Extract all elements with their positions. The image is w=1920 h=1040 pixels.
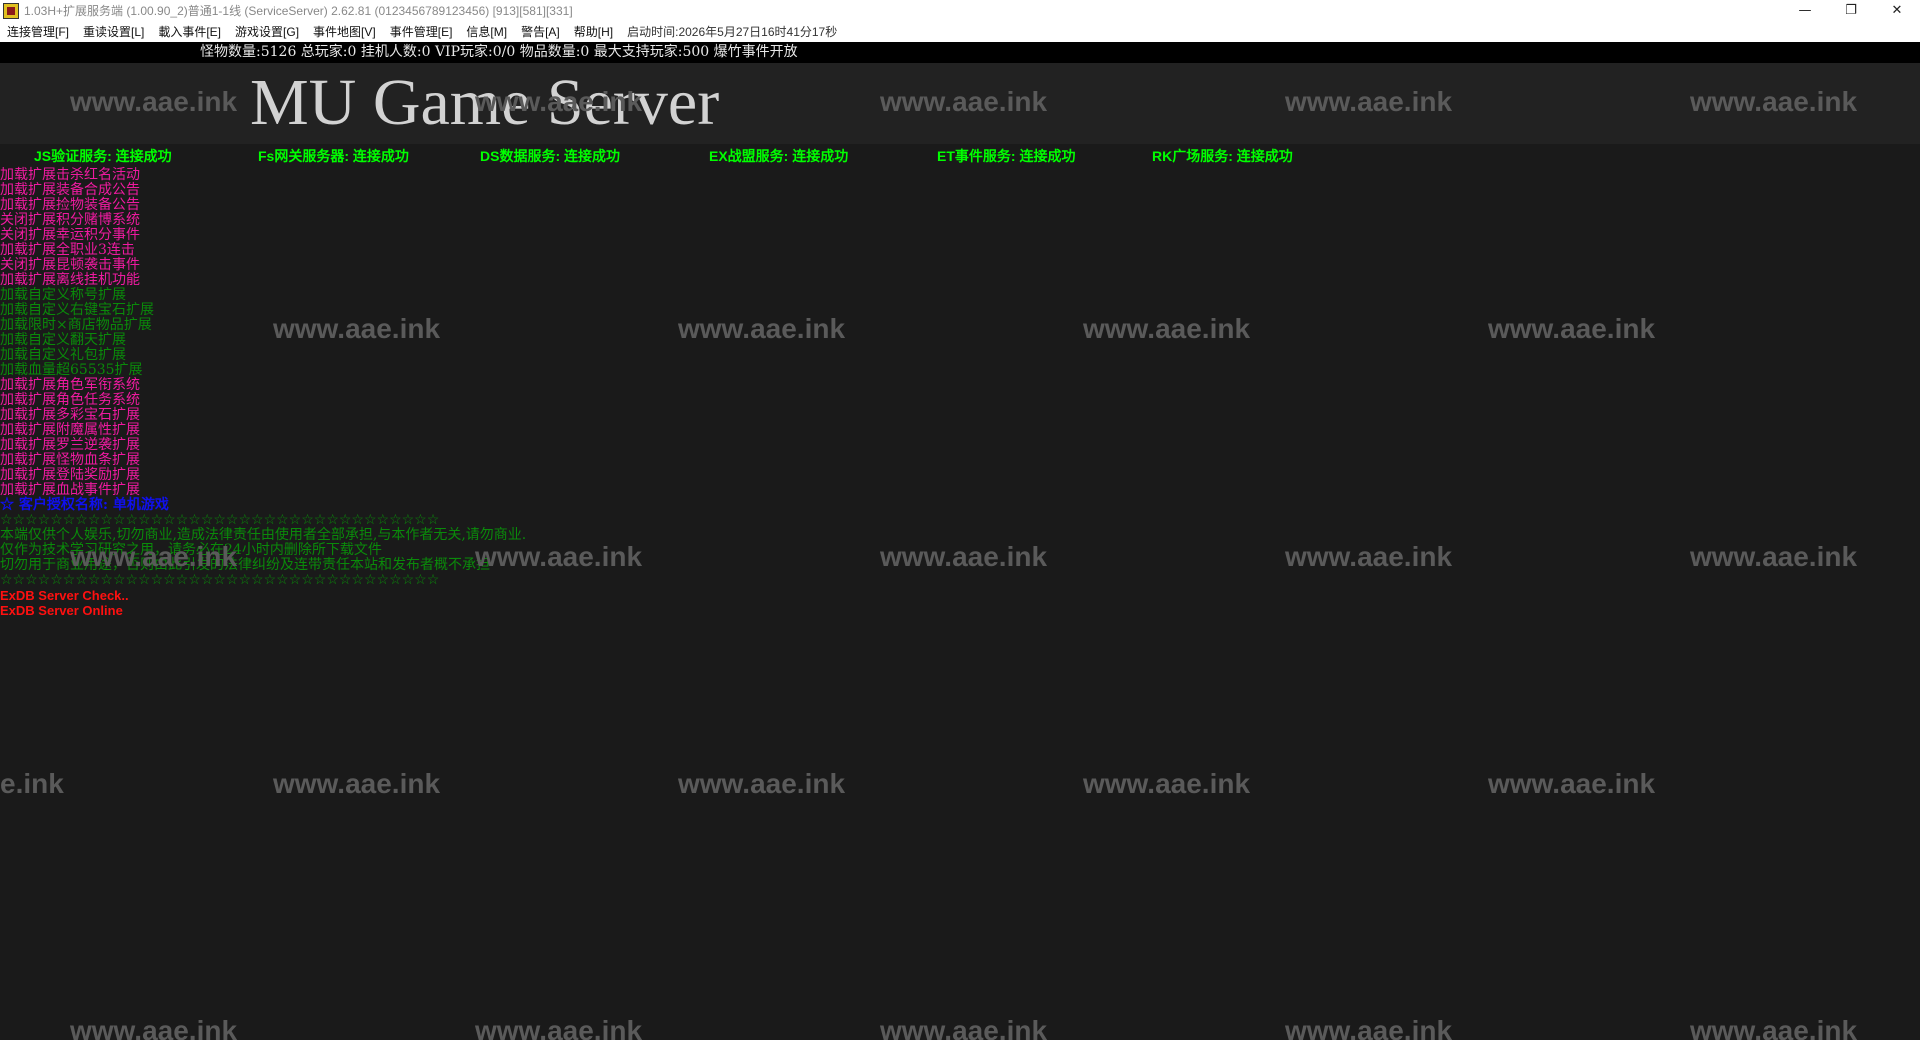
service-status-ex: EX战盟服务: 连接成功 [709,148,849,164]
log-line: ☆☆☆☆☆☆☆☆☆☆☆☆☆☆☆☆☆☆☆☆☆☆☆☆☆☆☆☆☆☆☆☆☆☆☆ [0,572,440,588]
minimize-icon[interactable]: — [1782,0,1828,22]
close-icon[interactable]: ✕ [1874,0,1920,22]
log-line: 本端仅供个人娱乐,切勿商业,造成法律责任由使用者全部承担,与本作者无关,请勿商业… [0,527,527,543]
watermark-text: www.aae.ink [1083,768,1251,799]
menu-event-map[interactable]: 事件地图[V] [306,22,383,42]
menu-info[interactable]: 信息[M] [459,22,514,42]
log-line: ☆ 客户授权名称: 单机游戏 [0,497,169,513]
log-line: 加载扩展附魔属性扩展 [0,422,140,438]
server-log: 加载扩展击杀红名活动 加载扩展装备合成公告 加载扩展捡物装备公告 关闭扩展积分赌博系统… [0,167,1920,619]
log-line: 加载扩展怪物血条扩展 [0,452,140,468]
menu-load-event[interactable]: 載入事件[E] [151,22,228,42]
log-line: 加载扩展角色任务系统 [0,392,140,408]
menu-connection[interactable]: 连接管理[F] [0,22,76,42]
watermark-text: www.aae.ink [1690,1015,1858,1040]
log-line: 关闭扩展积分赌博系统 [0,212,140,228]
stats-bar: 怪物数量:5126 总玩家:0 挂机人数:0 VIP玩家:0/0 物品数量:0 … [0,42,1920,63]
log-line: 关闭扩展昆顿袭击事件 [0,257,140,273]
log-line: ExDB Server Online [0,603,123,618]
watermark-text: www.aae.ink [678,768,846,799]
log-line: 加载自定义翻天扩展 [0,332,126,348]
log-line: 加载扩展离线挂机功能 [0,272,140,288]
window-controls: — ❐ ✕ [1782,0,1920,22]
menu-game-settings[interactable]: 游戏设置[G] [228,22,306,42]
mu-app-icon [3,3,19,19]
service-status-ds: DS数据服务: 连接成功 [480,148,620,164]
menu-event-management[interactable]: 事件管理[E] [383,22,460,42]
watermark-text: www.aae.ink [70,1015,238,1040]
log-line: 加载扩展全职业3连击 [0,242,135,258]
log-line: 加载扩展多彩宝石扩展 [0,407,140,423]
log-line: 加载扩展罗兰逆袭扩展 [0,437,140,453]
maximize-icon[interactable]: ❐ [1828,0,1874,22]
log-line: 关闭扩展幸运积分事件 [0,227,140,243]
watermark-text: www.aae.ink [880,1015,1048,1040]
log-line: ☆☆☆☆☆☆☆☆☆☆☆☆☆☆☆☆☆☆☆☆☆☆☆☆☆☆☆☆☆☆☆☆☆☆☆ [0,512,440,528]
watermark-text: www.aae.ink [273,768,441,799]
watermark-text: e.ink [0,768,64,799]
service-status-row: JS验证服务: 连接成功 Fs网关服务器: 连接成功 DS数据服务: 连接成功 … [0,146,1920,166]
log-line: 切勿用于商业用途，否则由此引发的法律纠纷及连带责任本站和发布者概不承担 [0,557,490,573]
log-line: 加载自定义礼包扩展 [0,347,126,363]
banner: MU Game Server [0,63,1920,144]
log-line: 加载扩展血战事件扩展 [0,482,140,498]
watermark-text: www.aae.ink [1285,1015,1453,1040]
watermark-text: www.aae.ink [1488,768,1656,799]
service-status-et: ET事件服务: 连接成功 [937,148,1076,164]
menu-bar: 连接管理[F] 重读设置[L] 載入事件[E] 游戏设置[G] 事件地图[V] … [0,22,1920,42]
startup-time: 启动时间:2026年5月27日16时41分17秒 [627,25,838,39]
watermark-text: www.aae.ink [475,1015,643,1040]
log-line: 仅作为技术学习研究之用，请务必在24小时内删除所下载文件 [0,542,382,558]
log-line: 加载自定义称号扩展 [0,287,126,303]
log-line: 加载扩展装备合成公告 [0,182,140,198]
log-line: 加载扩展击杀红名活动 [0,167,140,183]
service-status-fs: Fs网关服务器: 连接成功 [258,148,409,164]
log-line: 加载自定义右键宝石扩展 [0,302,154,318]
menu-help[interactable]: 帮助[H] [567,22,620,42]
log-line: 加载血量超65535扩展 [0,362,143,378]
window-title: 1.03H+扩展服务端 (1.00.90_2)普通1-1线 (ServiceSe… [24,4,573,18]
log-line: 加载扩展捡物装备公告 [0,197,140,213]
server-title: MU Game Server [250,66,720,139]
log-line: ExDB Server Check.. [0,588,129,603]
service-status-js: JS验证服务: 连接成功 [34,148,172,164]
server-stats: 怪物数量:5126 总玩家:0 挂机人数:0 VIP玩家:0/0 物品数量:0 … [200,44,798,60]
title-bar: 1.03H+扩展服务端 (1.00.90_2)普通1-1线 (ServiceSe… [0,0,1920,22]
log-line: 加载限时×商店物品扩展 [0,317,152,333]
log-line: 加载扩展角色军衔系统 [0,377,140,393]
service-status-rk: RK广场服务: 连接成功 [1152,148,1293,164]
log-line: 加载扩展登陆奖励扩展 [0,467,140,483]
menu-reload-settings[interactable]: 重读设置[L] [76,22,151,42]
menu-warning[interactable]: 警告[A] [514,22,567,42]
